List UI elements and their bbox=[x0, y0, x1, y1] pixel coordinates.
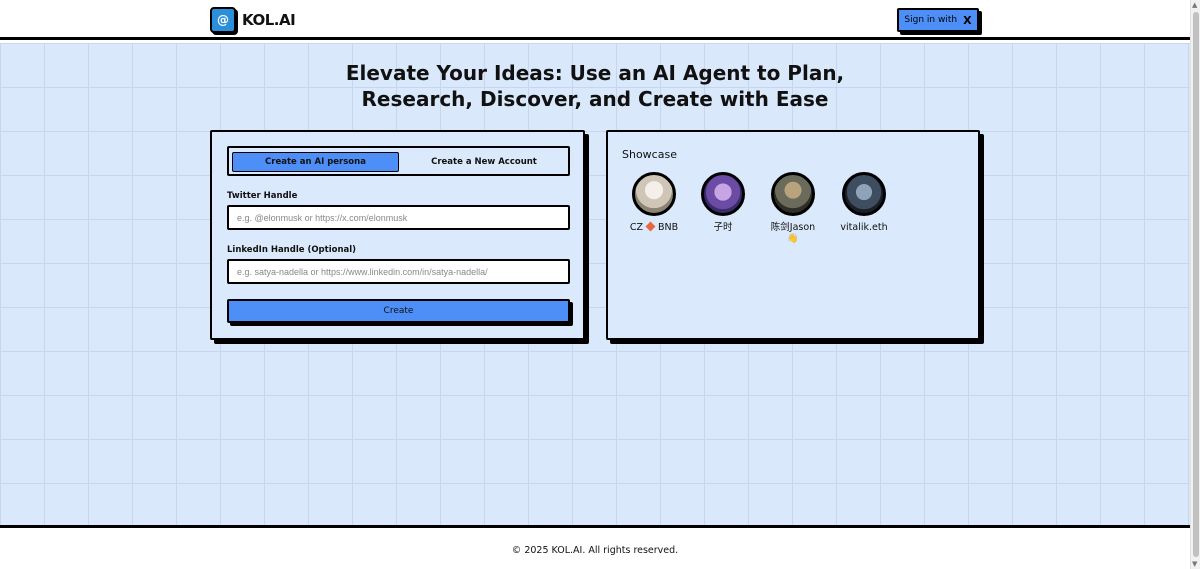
create-button[interactable]: Create bbox=[227, 299, 570, 323]
create-form-card: Create an AI persona Create a New Accoun… bbox=[210, 130, 585, 340]
main-area: Elevate Your Ideas: Use an AI Agent to P… bbox=[0, 43, 1190, 528]
showcase-person-jason[interactable]: 陈剑Jason 👋 bbox=[758, 172, 828, 244]
linkedin-handle-input[interactable] bbox=[227, 259, 570, 284]
scroll-down-arrow-icon[interactable]: ▼ bbox=[1192, 560, 1197, 568]
tab-bar: Create an AI persona Create a New Accoun… bbox=[227, 146, 570, 176]
linkedin-label: LinkedIn Handle (Optional) bbox=[227, 245, 357, 255]
person-name: 陈剑Jason 👋 bbox=[758, 221, 828, 244]
scroll-up-arrow-icon[interactable]: ▲ bbox=[1192, 1, 1197, 9]
bnb-diamond-icon bbox=[645, 221, 656, 232]
copyright-text: © 2025 KOL.AI. All rights reserved. bbox=[511, 544, 679, 556]
page-title: Elevate Your Ideas: Use an AI Agent to P… bbox=[300, 60, 890, 112]
footer: © 2025 KOL.AI. All rights reserved. bbox=[0, 531, 1190, 569]
showcase-title: Showcase bbox=[622, 148, 677, 161]
logo-text: KOL.AI bbox=[242, 11, 296, 29]
tab-create-new-account[interactable]: Create a New Account bbox=[401, 152, 567, 172]
twitter-label: Twitter Handle bbox=[227, 191, 298, 201]
showcase-person-vitalik[interactable]: vitalik.eth bbox=[829, 172, 899, 234]
showcase-card: Showcase CZ BNB 子时 陈剑Jason 👋 vitalik.eth bbox=[606, 130, 980, 340]
person-name: CZ BNB bbox=[629, 221, 679, 233]
avatar bbox=[771, 172, 815, 216]
avatar bbox=[632, 172, 676, 216]
logo[interactable]: @ KOL.AI bbox=[210, 7, 296, 33]
at-sign-icon: @ bbox=[210, 7, 236, 33]
x-logo-icon: X bbox=[963, 13, 972, 27]
header: @ KOL.AI Sign in with X bbox=[0, 0, 1190, 40]
sign-in-button[interactable]: Sign in with X bbox=[897, 8, 979, 32]
avatar bbox=[842, 172, 886, 216]
headline-line-2: Research, Discover, and Create with Ease bbox=[361, 87, 829, 111]
showcase-person-zishi[interactable]: 子时 bbox=[688, 172, 758, 234]
tab-create-ai-persona[interactable]: Create an AI persona bbox=[232, 152, 399, 172]
showcase-person-cz[interactable]: CZ BNB bbox=[619, 172, 689, 234]
avatar bbox=[701, 172, 745, 216]
waving-hand-icon: 👋 bbox=[787, 234, 799, 244]
person-name: vitalik.eth bbox=[840, 222, 888, 233]
headline-line-1: Elevate Your Ideas: Use an AI Agent to P… bbox=[345, 61, 845, 85]
vertical-scrollbar[interactable]: ▲ ▼ bbox=[1190, 0, 1200, 569]
scroll-thumb[interactable] bbox=[1193, 12, 1199, 557]
twitter-handle-input[interactable] bbox=[227, 205, 570, 230]
sign-in-label: Sign in with bbox=[904, 15, 958, 25]
person-name: 子时 bbox=[713, 222, 733, 233]
